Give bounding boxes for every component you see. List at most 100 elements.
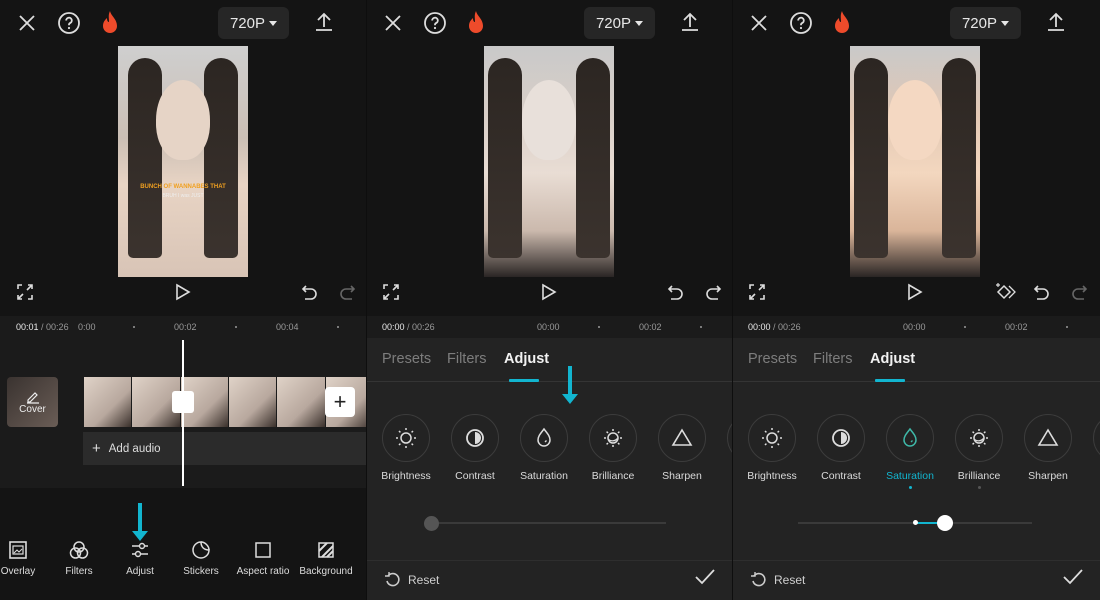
close-icon[interactable] (382, 12, 404, 34)
fullscreen-icon[interactable] (383, 284, 399, 300)
adjust-slider-knob[interactable] (937, 515, 954, 531)
resolution-value: 720P (229, 14, 266, 32)
undo-icon[interactable] (667, 283, 685, 301)
tab-adjust[interactable]: Adjust (504, 351, 549, 367)
contrast-icon (466, 429, 484, 447)
modified-indicator-dot (977, 486, 981, 489)
close-icon[interactable] (16, 12, 38, 34)
clip-frame (277, 377, 326, 427)
adjust-panel-saturation: 720P 00:00 / 00:26 00:00 00:02 Presets F… (732, 0, 1100, 600)
adjust-option-more[interactable] (1092, 414, 1100, 462)
add-audio-button[interactable]: + Add audio (83, 432, 366, 465)
playhead[interactable] (182, 340, 184, 486)
top-bar: 720P (366, 0, 732, 45)
undo-icon[interactable] (1033, 283, 1051, 301)
export-icon[interactable] (313, 11, 335, 33)
adjust-slider-track[interactable] (432, 522, 666, 524)
saturation-icon (537, 427, 551, 447)
tool-stickers[interactable]: Stickers (180, 540, 222, 577)
flame-icon[interactable] (465, 10, 487, 36)
adjust-sheet: Presets Filters Adjust Brightness Contra… (732, 338, 1100, 600)
resolution-dropdown[interactable]: 720P (584, 7, 655, 39)
time-display: 00:00 / 00:26 (382, 322, 435, 332)
cover-button[interactable]: Cover (7, 377, 58, 427)
time-ruler: 00:00 / 00:26 00:00 00:02 (732, 316, 1100, 338)
background-icon (318, 542, 334, 558)
annotation-arrow (562, 366, 578, 406)
play-icon[interactable] (907, 283, 923, 301)
add-audio-label: Add audio (108, 442, 161, 455)
video-clip-track[interactable] (84, 377, 366, 427)
resolution-value: 720P (595, 14, 632, 32)
sharpen-icon (1037, 428, 1059, 446)
tool-overlay[interactable]: Overlay (0, 540, 37, 577)
brilliance-icon (604, 429, 622, 447)
time-display: 00:00 / 00:26 (748, 322, 801, 332)
clip-frame (228, 377, 278, 427)
flame-icon[interactable] (831, 10, 853, 36)
video-preview[interactable] (484, 46, 614, 277)
adjust-sheet: Presets Filters Adjust Brightness Contra… (366, 338, 732, 600)
tab-filters[interactable]: Filters (813, 351, 852, 367)
active-tab-indicator (875, 379, 905, 382)
resolution-dropdown[interactable]: 720P (950, 7, 1021, 39)
contrast-icon (832, 429, 850, 447)
editor-panel-main: 720P BUNCH OF WANNABES THAT BRUH I was J… (0, 0, 366, 600)
play-icon[interactable] (175, 283, 191, 301)
keyframe-icon[interactable] (995, 282, 1017, 302)
tab-adjust[interactable]: Adjust (870, 351, 915, 367)
reset-button[interactable]: Reset (384, 571, 439, 589)
redo-icon[interactable] (704, 283, 722, 301)
adjust-option-brightness[interactable]: Brightness (747, 414, 797, 482)
adjust-slider-knob[interactable] (424, 516, 439, 531)
reset-button[interactable]: Reset (750, 571, 805, 589)
adjust-option-saturation[interactable]: Saturation (519, 414, 569, 482)
video-preview[interactable]: BUNCH OF WANNABES THAT BRUH I was JUST (118, 46, 248, 277)
resolution-value: 720P (961, 14, 998, 32)
adjust-option-contrast[interactable]: Contrast (450, 414, 500, 482)
video-subcaption: BRUH I was JUST (162, 193, 204, 199)
help-icon[interactable] (789, 11, 813, 35)
tab-filters[interactable]: Filters (447, 351, 486, 367)
playback-controls (732, 276, 1100, 316)
tool-background[interactable]: Background (298, 540, 354, 577)
adjust-option-sharpen[interactable]: Sharpen (1023, 414, 1073, 482)
redo-icon[interactable] (1070, 283, 1088, 301)
adjust-option-contrast[interactable]: Contrast (816, 414, 866, 482)
adjust-option-sharpen[interactable]: Sharpen (657, 414, 707, 482)
active-tab-indicator (509, 379, 539, 382)
help-icon[interactable] (423, 11, 447, 35)
tab-bar: Presets Filters Adjust (732, 338, 1100, 382)
adjust-option-saturation[interactable]: Saturation (885, 414, 935, 489)
adjust-option-brilliance[interactable]: Brilliance (954, 414, 1004, 489)
checkmark-icon[interactable] (1062, 568, 1084, 591)
tab-presets[interactable]: Presets (382, 351, 431, 367)
flame-icon[interactable] (99, 10, 121, 36)
slider-center-mark (912, 520, 918, 525)
redo-icon[interactable] (338, 283, 356, 301)
export-icon[interactable] (1045, 11, 1067, 33)
adjust-option-brilliance[interactable]: Brilliance (588, 414, 638, 482)
tool-filters[interactable]: Filters (59, 540, 99, 577)
close-icon[interactable] (748, 12, 770, 34)
fullscreen-icon[interactable] (749, 284, 765, 300)
panel-divider (366, 0, 367, 600)
play-icon[interactable] (541, 283, 557, 301)
tool-adjust[interactable]: Adjust (120, 540, 160, 577)
resolution-dropdown[interactable]: 720P (218, 7, 289, 39)
add-clip-button[interactable]: + (325, 387, 355, 417)
time-display: 00:01 / 00:26 (16, 322, 69, 332)
adjust-panel-default: 720P 00:00 / 00:26 00:00 00:02 Presets F… (366, 0, 732, 600)
overlay-icon (9, 541, 27, 559)
bottom-toolbar: Overlay Filters Adjust Stickers Aspect r… (0, 540, 366, 590)
help-icon[interactable] (57, 11, 81, 35)
tab-presets[interactable]: Presets (748, 351, 797, 367)
tool-aspect-ratio[interactable]: Aspect ratio (234, 540, 292, 577)
export-icon[interactable] (679, 11, 701, 33)
checkmark-icon[interactable] (694, 568, 716, 591)
fullscreen-icon[interactable] (17, 284, 33, 300)
undo-icon[interactable] (301, 283, 319, 301)
video-preview[interactable] (850, 46, 980, 277)
adjust-option-brightness[interactable]: Brightness (381, 414, 431, 482)
reset-icon (385, 572, 400, 587)
